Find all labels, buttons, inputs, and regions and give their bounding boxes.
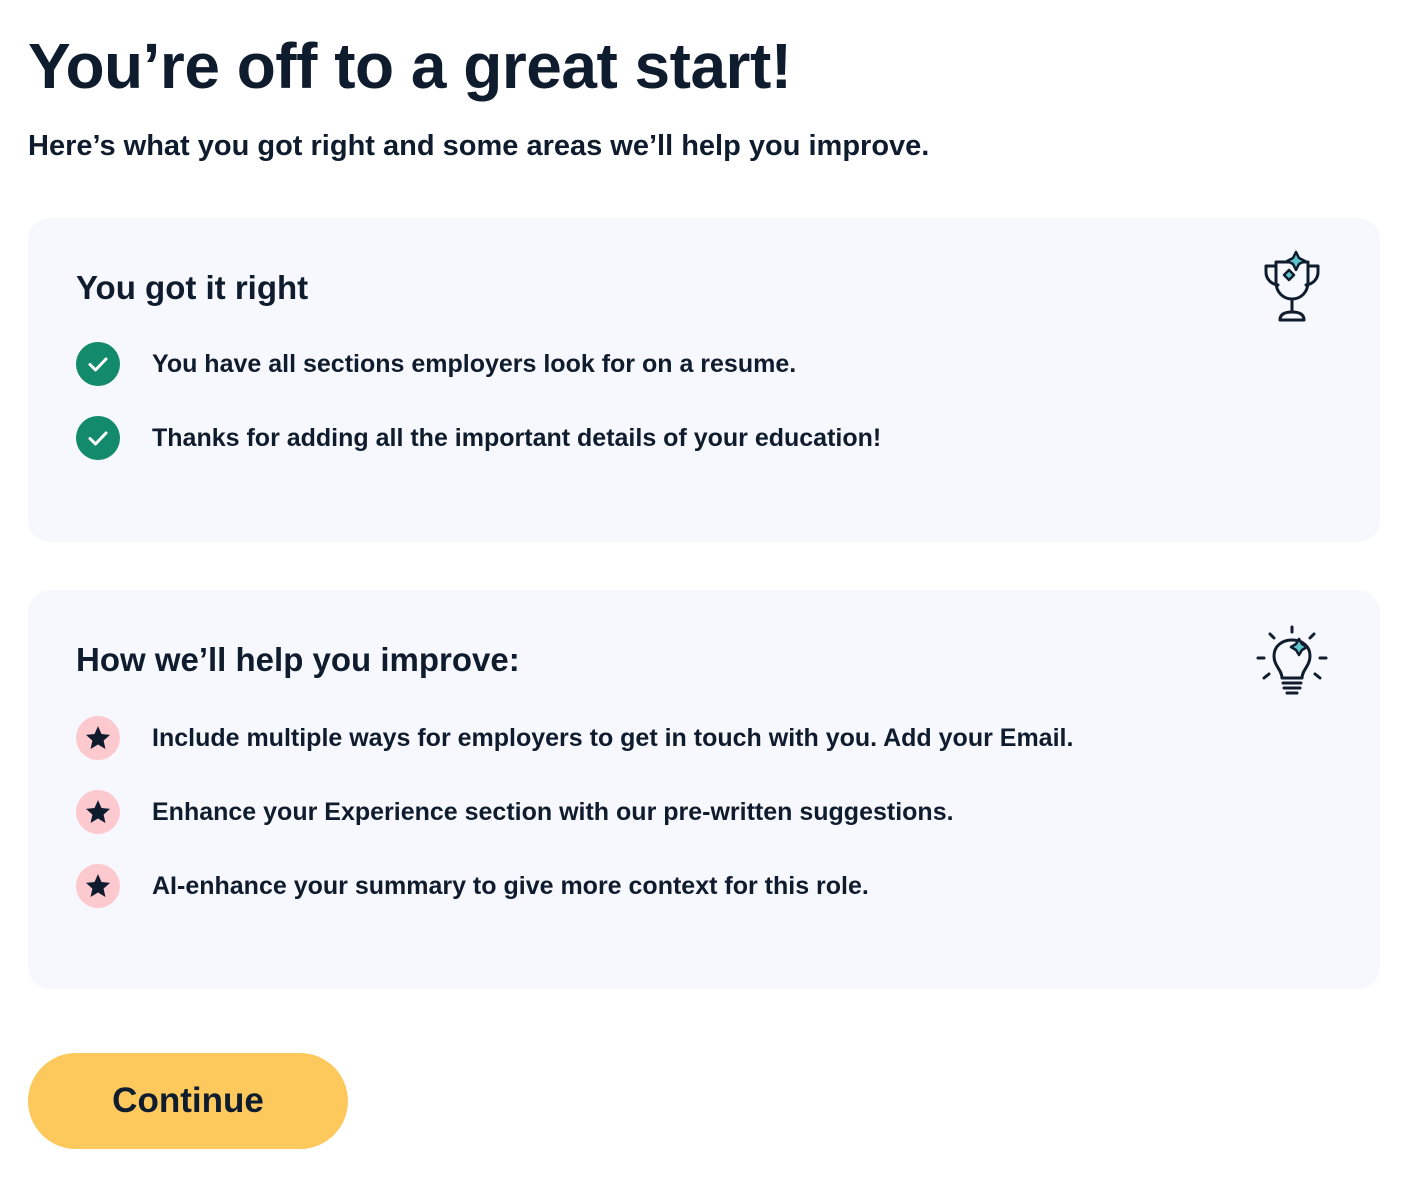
trophy-icon [1264,250,1320,322]
list-item-text: Include multiple ways for employers to g… [152,724,1074,752]
star-icon [76,790,120,834]
page-subtitle: Here’s what you got right and some areas… [28,130,930,162]
improve-card: How we’ll help you improve: Include mult… [28,590,1380,989]
got-it-right-card: You got it right You have all sections e… [28,218,1380,542]
got-it-right-title: You got it right [76,269,309,306]
star-icon [76,716,120,760]
list-item-text: You have all sections employers look for… [152,350,797,378]
continue-button[interactable]: Continue [28,1053,348,1149]
list-item-text: Enhance your Experience section with our… [152,798,954,826]
star-icon [76,864,120,908]
check-icon [76,342,120,386]
page-title: You’re off to a great start! [28,30,792,102]
list-item-text: AI-enhance your summary to give more con… [152,872,869,900]
lightbulb-icon [1256,625,1328,695]
list-item-text: Thanks for adding all the important deta… [152,424,882,452]
improve-title: How we’ll help you improve: [76,641,520,678]
check-icon [76,416,120,460]
